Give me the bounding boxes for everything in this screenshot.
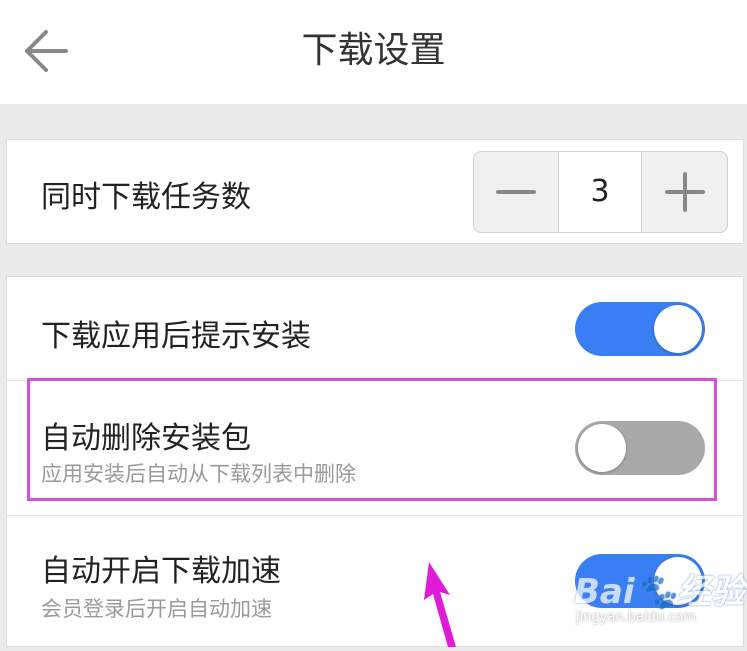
settings-card: 下载应用后提示安装 自动删除安装包 应用安装后自动从下载列表中删除 自动开启下载… (6, 276, 744, 647)
page-title: 下载设置 (301, 30, 446, 71)
setting-row-prompt-install: 下载应用后提示安装 (7, 277, 743, 380)
increment-button[interactable] (643, 152, 727, 232)
toggle-knob (654, 557, 702, 605)
setting-subtitle-auto-accelerate: 会员登录后开启自动加速 (41, 597, 272, 621)
concurrent-tasks-stepper: 3 (473, 151, 728, 233)
setting-row-auto-delete: 自动删除安装包 应用安装后自动从下载列表中删除 (7, 381, 743, 515)
plus-icon (665, 172, 705, 212)
toggle-auto-accelerate[interactable] (575, 554, 705, 608)
toggle-auto-delete[interactable] (575, 421, 705, 475)
toggle-knob (578, 424, 626, 472)
setting-label-auto-delete: 自动删除安装包 (41, 421, 251, 456)
concurrent-tasks-value[interactable]: 3 (558, 152, 642, 232)
setting-label-auto-accelerate: 自动开启下载加速 (41, 554, 281, 589)
app-header: 下载设置 (0, 0, 747, 104)
setting-subtitle-auto-delete: 应用安装后自动从下载列表中删除 (41, 462, 356, 486)
concurrent-tasks-label: 同时下载任务数 (41, 180, 251, 215)
setting-label-prompt-install: 下载应用后提示安装 (41, 319, 311, 354)
decrement-button[interactable] (474, 152, 558, 232)
toggle-prompt-install[interactable] (575, 302, 705, 356)
concurrent-tasks-card: 同时下载任务数 3 (6, 139, 744, 244)
setting-row-auto-accelerate: 自动开启下载加速 会员登录后开启自动加速 (7, 516, 743, 646)
toggle-knob (654, 305, 702, 353)
minus-icon (496, 190, 536, 194)
